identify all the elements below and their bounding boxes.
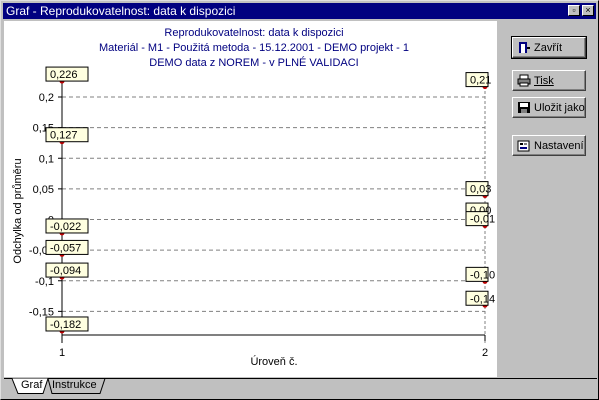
close-icon[interactable]: × bbox=[582, 5, 594, 16]
data-label: -0,094 bbox=[50, 265, 81, 277]
y-tick-label: 0,1 bbox=[39, 153, 54, 165]
data-label: -0,022 bbox=[50, 221, 81, 233]
close-button[interactable]: Zavřít bbox=[511, 36, 587, 59]
chart-title-line1: Reprodukovatelnost: data k dispozici bbox=[164, 27, 343, 39]
x-axis-label: Úroveň č. bbox=[250, 355, 297, 368]
chart-svg: Reprodukovatelnost: data k dispozici Mat… bbox=[12, 27, 495, 368]
data-label: -0,01 bbox=[470, 214, 495, 226]
y-tick-label: 0,05 bbox=[33, 184, 54, 196]
chart-area: Reprodukovatelnost: data k dispozici Mat… bbox=[4, 21, 497, 377]
print-button-label: Tisk bbox=[534, 75, 554, 87]
button-panel: Zavřít Tisk Uložit jako Nastavení bbox=[498, 21, 597, 377]
data-label: 0,03 bbox=[470, 184, 491, 196]
save-as-button[interactable]: Uložit jako bbox=[512, 97, 586, 118]
close-button-label: Zavřít bbox=[534, 42, 563, 54]
tab-graf[interactable]: Graf bbox=[21, 378, 42, 393]
data-label: -0,10 bbox=[470, 269, 495, 281]
data-label: -0,057 bbox=[50, 242, 81, 254]
print-button[interactable]: Tisk bbox=[512, 70, 586, 91]
settings-button[interactable]: Nastavení bbox=[512, 135, 586, 156]
data-label: 0,127 bbox=[50, 130, 78, 142]
title-bar[interactable]: Graf - Reprodukovatelnost: data k dispoz… bbox=[3, 3, 596, 19]
data-label: 0,226 bbox=[50, 69, 78, 81]
restore-icon[interactable]: ▫ bbox=[568, 5, 580, 16]
y-axis-label: Odchylka od průměru bbox=[12, 158, 24, 263]
chart-title-line3: DEMO data z NOREM - v PLNÉ VALIDACI bbox=[149, 56, 358, 69]
data-label: -0,14 bbox=[470, 293, 495, 305]
settings-form-icon bbox=[517, 140, 530, 152]
data-label: 0,21 bbox=[470, 75, 491, 87]
graph-window: Graf - Reprodukovatelnost: data k dispoz… bbox=[0, 0, 599, 400]
floppy-disk-icon bbox=[518, 102, 530, 113]
settings-button-label: Nastavení bbox=[534, 140, 584, 152]
x-tick-label: 2 bbox=[482, 347, 488, 359]
x-tick-label: 1 bbox=[59, 347, 65, 359]
save-as-button-label: Uložit jako bbox=[534, 102, 585, 114]
chart-title-line2: Materiál - M1 - Použitá metoda - 15.12.2… bbox=[99, 42, 409, 54]
window-title: Graf - Reprodukovatelnost: data k dispoz… bbox=[6, 4, 236, 18]
y-tick-label: 0,2 bbox=[39, 92, 54, 104]
printer-icon bbox=[517, 74, 531, 87]
tab-instrukce[interactable]: Instrukce bbox=[52, 378, 97, 393]
door-exit-icon bbox=[519, 42, 530, 53]
tab-strip: Graf Instrukce bbox=[4, 378, 597, 398]
data-label: -0,182 bbox=[50, 319, 81, 331]
